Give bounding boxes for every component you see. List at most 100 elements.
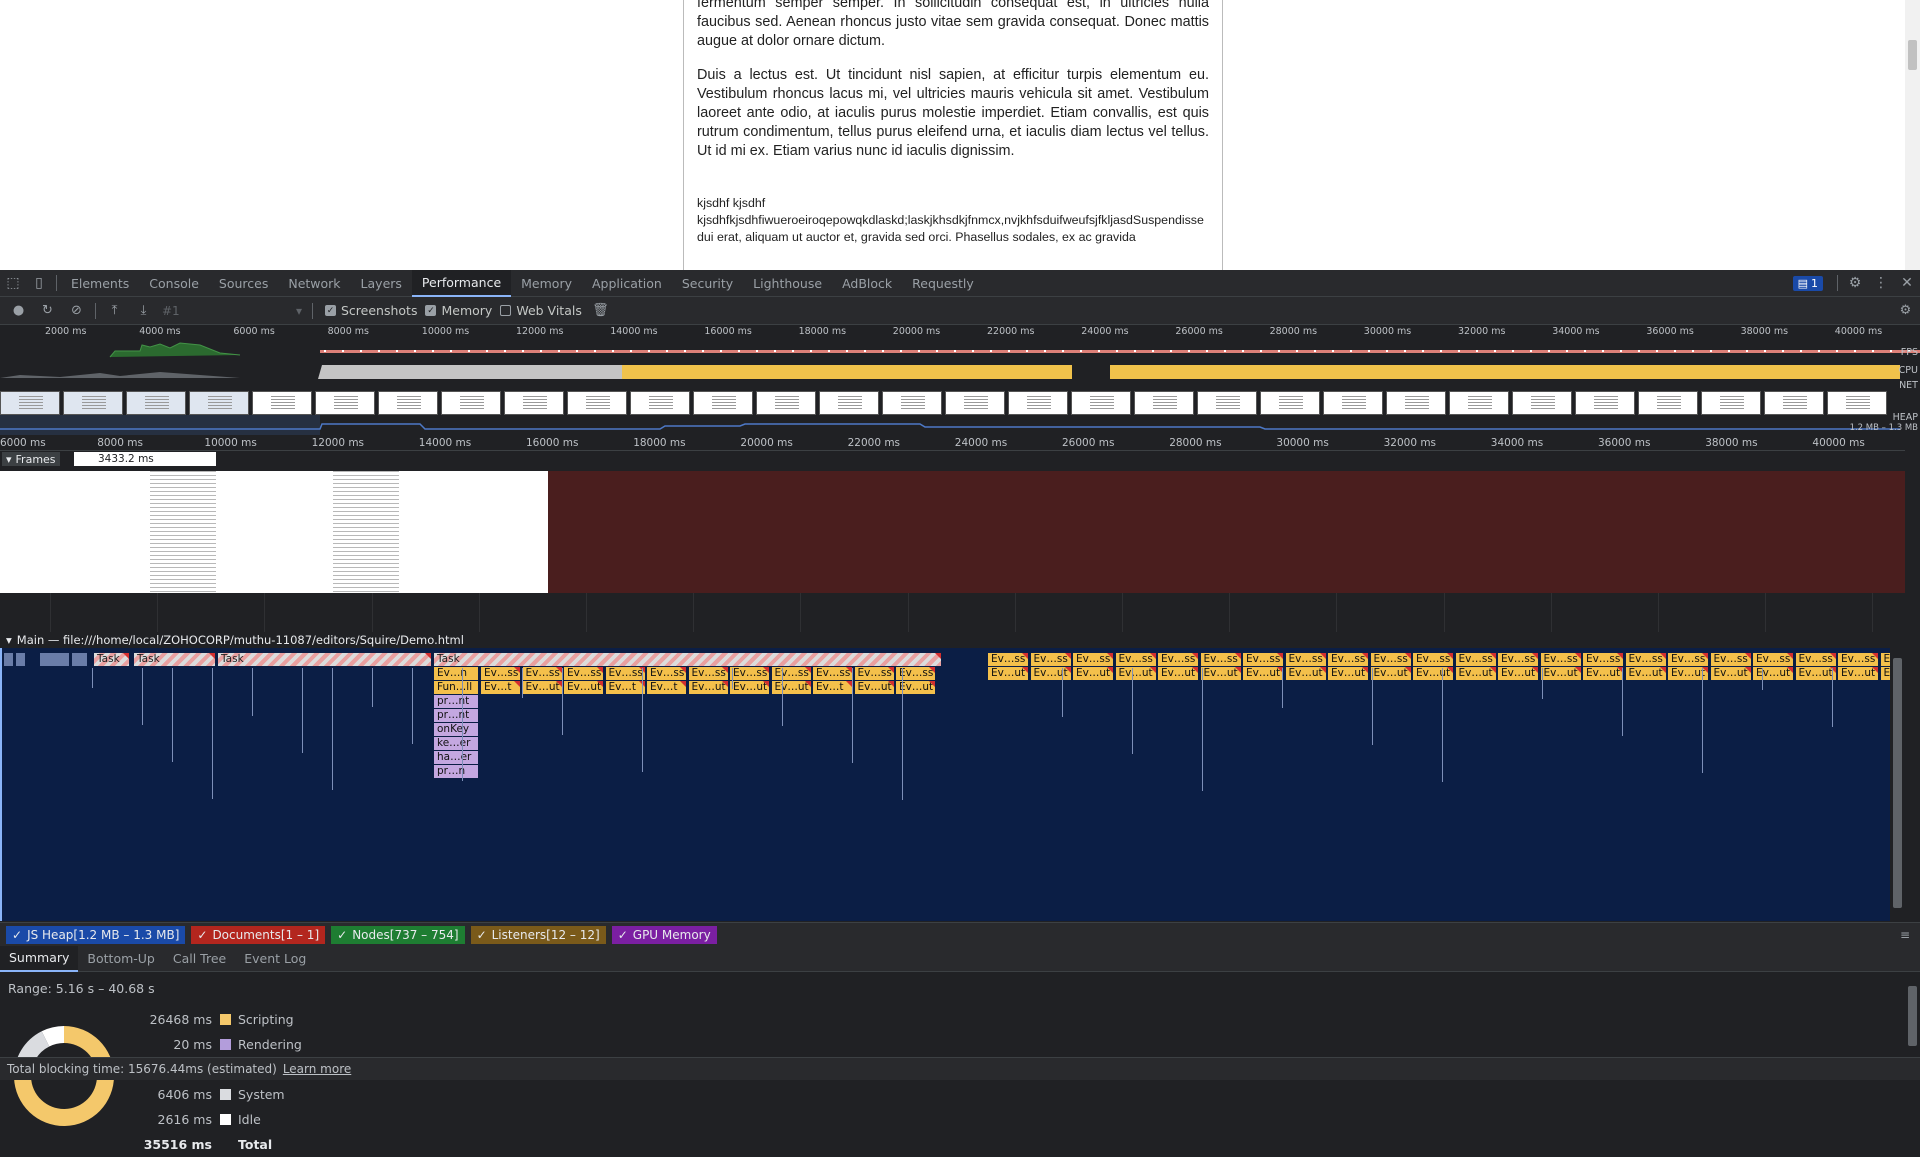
- screenshot-thumbnail[interactable]: [1638, 391, 1698, 415]
- flame-event[interactable]: Ev…ss: [1116, 653, 1157, 666]
- recording-select[interactable]: #1▾: [158, 301, 308, 321]
- flame-event[interactable]: Ev…t: [606, 681, 646, 694]
- flame-event[interactable]: Ev…ss: [1456, 653, 1497, 666]
- flame-event[interactable]: Ev…ut: [1413, 667, 1454, 680]
- flame-event[interactable]: [40, 653, 70, 666]
- flame-event[interactable]: Ev…ut: [1838, 667, 1879, 680]
- garbage-collect-icon[interactable]: 🗑: [586, 297, 615, 325]
- flame-event[interactable]: Ev…ss: [1541, 653, 1582, 666]
- screenshot-thumbnail[interactable]: [252, 391, 312, 415]
- inspect-element-icon[interactable]: ⬚: [0, 270, 26, 297]
- flame-event[interactable]: Ev…ut: [1328, 667, 1369, 680]
- flame-event[interactable]: Ev…ut: [1796, 667, 1837, 680]
- screenshot-thumbnail[interactable]: [1512, 391, 1572, 415]
- screenshot-thumbnail[interactable]: [1449, 391, 1509, 415]
- flame-event[interactable]: pr…n: [434, 765, 479, 778]
- flame-event[interactable]: Ev…ss: [1158, 653, 1199, 666]
- reload-record-button[interactable]: ↻: [33, 297, 62, 325]
- main-thread-header[interactable]: ▾ Main — file:///home/local/ZOHOCORP/mut…: [0, 632, 1905, 648]
- flame-event[interactable]: Ev…ss: [1498, 653, 1539, 666]
- flame-event[interactable]: Ev…ss: [1328, 653, 1369, 666]
- tab-performance[interactable]: Performance: [412, 270, 511, 297]
- flame-event[interactable]: Ev…ut: [1583, 667, 1624, 680]
- screenshot-thumbnail[interactable]: [1386, 391, 1446, 415]
- memory-checkbox[interactable]: ✓Memory: [425, 303, 492, 318]
- flame-event[interactable]: Ev…ut: [1711, 667, 1752, 680]
- timeline-overview[interactable]: 2000 ms4000 ms6000 ms8000 ms10000 ms1200…: [0, 325, 1920, 435]
- flame-event[interactable]: Ev…t: [813, 681, 853, 694]
- flame-event[interactable]: Ev…ss: [647, 667, 687, 680]
- screenshot-thumbnail[interactable]: [756, 391, 816, 415]
- screenshot-thumbnail[interactable]: [1701, 391, 1761, 415]
- flame-event[interactable]: Ev…ut: [1031, 667, 1072, 680]
- record-button[interactable]: ●: [4, 297, 33, 325]
- tab-requestly[interactable]: Requestly: [902, 270, 984, 297]
- flame-event[interactable]: Ev…ss: [1668, 653, 1709, 666]
- flame-event[interactable]: Ev…ut: [1541, 667, 1582, 680]
- flame-event[interactable]: Ev…ss: [1073, 653, 1114, 666]
- details-tab-summary[interactable]: Summary: [0, 946, 78, 972]
- flame-event[interactable]: onKey: [434, 723, 479, 736]
- flame-event[interactable]: Ev…ss: [1626, 653, 1667, 666]
- flame-event[interactable]: Ev…ut: [1498, 667, 1539, 680]
- frame-block[interactable]: [0, 471, 548, 593]
- counter-toggle[interactable]: ✓GPU Memory: [612, 926, 717, 944]
- save-profile-icon[interactable]: ⤓: [129, 297, 158, 325]
- flame-event[interactable]: Ev…ss: [1583, 653, 1624, 666]
- screenshot-thumbnail[interactable]: [1008, 391, 1068, 415]
- flame-event[interactable]: Ev…ut: [1243, 667, 1284, 680]
- flame-event[interactable]: Ev…ss: [855, 667, 895, 680]
- flame-event[interactable]: [4, 653, 14, 666]
- flame-event[interactable]: Ev…ut: [1371, 667, 1412, 680]
- flame-event[interactable]: ke…er: [434, 737, 479, 750]
- flame-event[interactable]: Ev…ut: [1286, 667, 1327, 680]
- screenshot-thumbnail[interactable]: [315, 391, 375, 415]
- screenshot-thumbnail[interactable]: [1260, 391, 1320, 415]
- close-devtools-icon[interactable]: ✕: [1894, 270, 1920, 297]
- flame-event[interactable]: Ev…t: [647, 681, 687, 694]
- flame-event[interactable]: Ev…ss: [481, 667, 521, 680]
- screenshot-thumbnail[interactable]: [378, 391, 438, 415]
- screenshot-thumbnail[interactable]: [1575, 391, 1635, 415]
- device-toolbar-icon[interactable]: ▯: [26, 270, 52, 297]
- screenshot-thumbnail[interactable]: [126, 391, 186, 415]
- counter-toggle[interactable]: ✓Nodes[737 – 754]: [331, 926, 464, 944]
- tab-sources[interactable]: Sources: [209, 270, 278, 297]
- clear-icon[interactable]: ⊘: [62, 297, 91, 325]
- screenshot-thumbnail[interactable]: [1764, 391, 1824, 415]
- page-scrollbar[interactable]: [1905, 0, 1920, 270]
- flame-event[interactable]: [16, 653, 26, 666]
- flame-event[interactable]: Ev…ut: [855, 681, 895, 694]
- details-tab-event-log[interactable]: Event Log: [235, 946, 315, 972]
- screenshot-thumbnail[interactable]: [1134, 391, 1194, 415]
- flame-event[interactable]: Ev…ss: [606, 667, 646, 680]
- tab-elements[interactable]: Elements: [61, 270, 139, 297]
- screenshot-thumbnail[interactable]: [1071, 391, 1131, 415]
- flame-event[interactable]: Ev…ut: [1753, 667, 1794, 680]
- timeline-ruler[interactable]: 6000 ms8000 ms10000 ms12000 ms14000 ms16…: [0, 435, 1905, 451]
- settings-gear-icon[interactable]: ⚙: [1842, 270, 1868, 297]
- webvitals-checkbox[interactable]: Web Vitals: [500, 303, 582, 318]
- summary-scrollbar[interactable]: [1905, 972, 1920, 1057]
- counter-toggle[interactable]: ✓JS Heap[1.2 MB – 1.3 MB]: [6, 926, 185, 944]
- frames-track-header[interactable]: ▾Frames: [2, 452, 60, 466]
- page-scrollbar-thumb[interactable]: [1908, 40, 1917, 70]
- tab-console[interactable]: Console: [139, 270, 209, 297]
- details-tab-bottom-up[interactable]: Bottom-Up: [78, 946, 163, 972]
- more-options-icon[interactable]: ⋮: [1868, 270, 1894, 297]
- flame-event[interactable]: ha…er: [434, 751, 479, 764]
- screenshot-thumbnail[interactable]: [1197, 391, 1257, 415]
- flame-event[interactable]: Ev…ss: [1031, 653, 1072, 666]
- flame-event[interactable]: Ev…ut: [772, 681, 812, 694]
- document-paragraph-1[interactable]: fermentum semper semper. In sollicitudin…: [697, 0, 1209, 51]
- screenshot-thumbnail[interactable]: [567, 391, 627, 415]
- screenshot-thumbnail[interactable]: [441, 391, 501, 415]
- document-paragraph-3[interactable]: kjsdhf kjsdhf: [697, 195, 1209, 212]
- counter-toggle[interactable]: ✓Documents[1 – 1]: [191, 926, 325, 944]
- screenshot-thumbnail[interactable]: [945, 391, 1005, 415]
- flame-scrollbar-thumb[interactable]: [1893, 658, 1902, 908]
- flame-event[interactable]: Ev…ss: [523, 667, 563, 680]
- flame-event[interactable]: [72, 653, 88, 666]
- screenshot-thumbnail[interactable]: [630, 391, 690, 415]
- flame-event[interactable]: Ev…ut: [1456, 667, 1497, 680]
